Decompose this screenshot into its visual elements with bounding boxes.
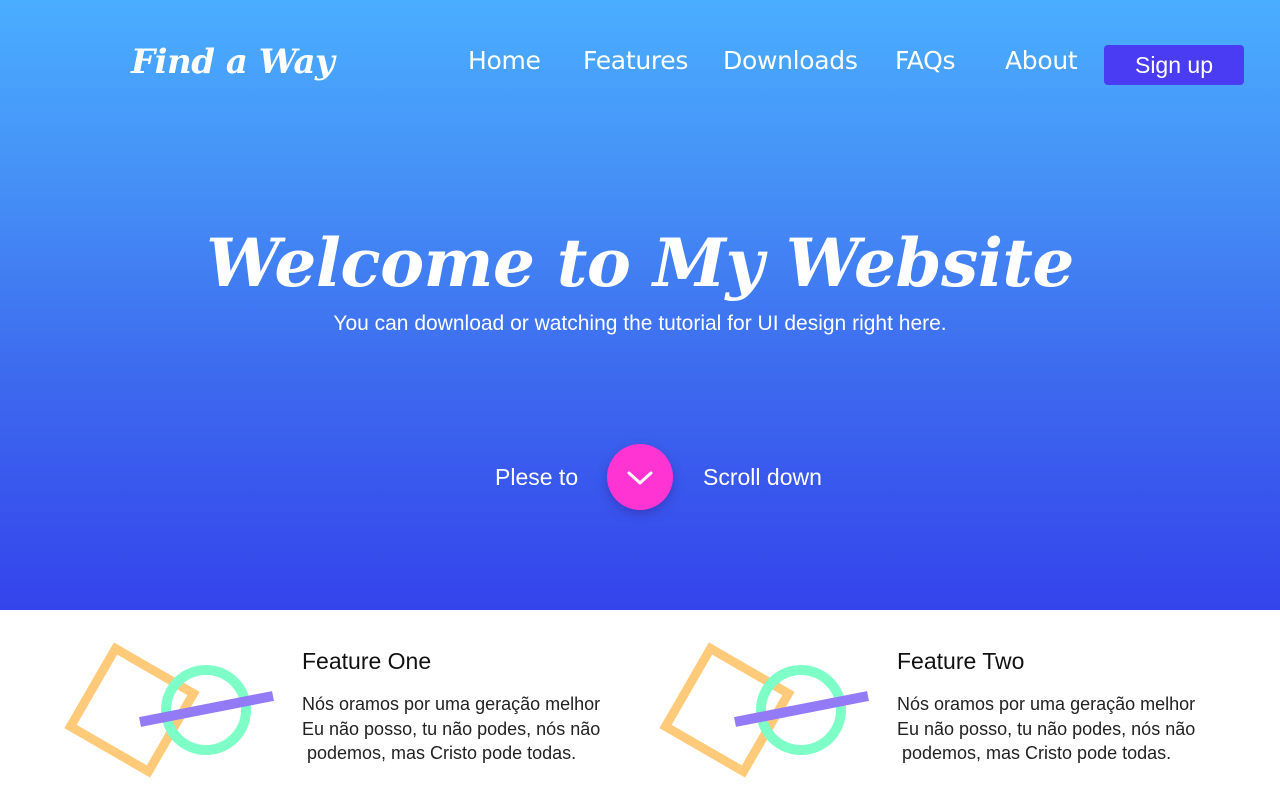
hero-subtitle: You can download or watching the tutoria… <box>333 312 947 335</box>
chevron-down-icon <box>627 471 653 485</box>
scroll-prompt-right: Scroll down <box>703 464 822 490</box>
geometric-shapes-icon <box>64 642 274 778</box>
geometric-shapes-icon <box>659 642 869 778</box>
hero-title: Welcome to My Website <box>206 224 1074 302</box>
nav-faqs[interactable]: FAQs <box>895 46 956 75</box>
feature-two-title: Feature Two <box>897 648 1025 674</box>
nav-about[interactable]: About <box>1005 46 1078 75</box>
feature-one-text: Nós oramos por uma geração melhor Eu não… <box>302 694 601 763</box>
nav-downloads[interactable]: Downloads <box>723 46 858 75</box>
scroll-down-button[interactable] <box>607 444 673 510</box>
feature-two-text: Nós oramos por uma geração melhor Eu não… <box>897 694 1196 763</box>
scroll-prompt-left: Plese to <box>495 464 579 490</box>
logo[interactable]: Find a Way <box>131 42 335 82</box>
feature-one-title: Feature One <box>302 648 432 674</box>
nav-features[interactable]: Features <box>583 46 688 75</box>
hero-section: Find a Way Home Features Downloads FAQs … <box>0 0 1280 610</box>
nav-home[interactable]: Home <box>468 46 541 75</box>
signup-button[interactable]: Sign up <box>1104 45 1244 85</box>
